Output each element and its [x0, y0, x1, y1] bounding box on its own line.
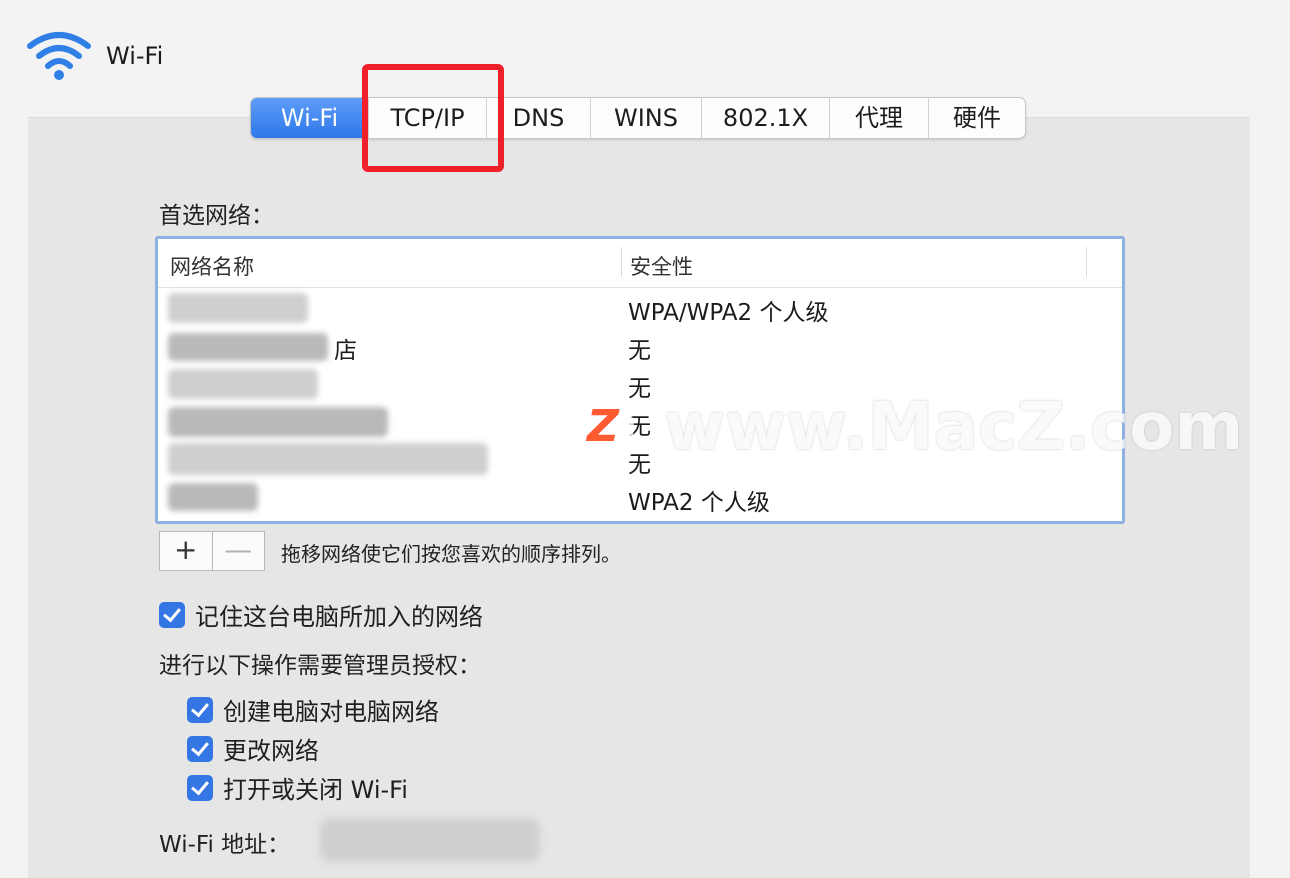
network-name-redacted [168, 289, 528, 327]
table-row[interactable]: 店 无 [158, 327, 1122, 365]
tab-wins[interactable]: WINS [590, 98, 701, 138]
tab-proxy[interactable]: 代理 [829, 98, 928, 138]
table-header: 网络名称 安全性 [158, 239, 1122, 288]
watermark: Z www.MacZ.com [572, 388, 1243, 465]
network-name-redacted [168, 403, 528, 441]
remove-network-button[interactable]: — [211, 532, 265, 570]
column-divider [621, 247, 622, 277]
window-title: Wi-Fi [106, 42, 164, 70]
tcpip-highlight-box [362, 64, 504, 172]
toggle-wifi-row[interactable]: 打开或关闭 Wi-Fi [187, 770, 408, 805]
network-name: 店 [334, 338, 357, 364]
network-name-redacted [168, 479, 528, 517]
network-name-redacted [168, 441, 528, 479]
network-security: WPA2 个人级 [628, 490, 770, 516]
network-name-redacted: 店 [168, 327, 528, 365]
window-header: Wi-Fi [26, 28, 163, 84]
add-network-button[interactable]: + [160, 532, 212, 570]
add-remove-buttons: + — [159, 531, 265, 571]
change-network-label: 更改网络 [223, 737, 319, 765]
network-security: 无 [628, 338, 651, 364]
create-computer-network-checkbox[interactable] [187, 696, 213, 723]
watermark-text: www.MacZ.com [664, 388, 1244, 465]
create-computer-network-label: 创建电脑对电脑网络 [223, 698, 439, 726]
change-network-row[interactable]: 更改网络 [187, 731, 319, 766]
create-computer-network-row[interactable]: 创建电脑对电脑网络 [187, 692, 439, 727]
remember-networks-label: 记住这台电脑所加入的网络 [195, 603, 483, 631]
network-security: WPA/WPA2 个人级 [628, 300, 829, 326]
tab-8021x[interactable]: 802.1X [701, 98, 829, 138]
table-row[interactable]: WPA/WPA2 个人级 [158, 289, 1122, 327]
wifi-address-label: Wi-Fi 地址： [159, 832, 291, 858]
toggle-wifi-label: 打开或关闭 Wi-Fi [223, 776, 408, 804]
tab-wifi[interactable]: Wi-Fi [251, 98, 368, 138]
toggle-wifi-checkbox[interactable] [187, 774, 213, 801]
macz-logo-icon: Z [572, 395, 634, 458]
wifi-icon [27, 32, 91, 80]
network-name-redacted [168, 365, 528, 403]
remember-networks-checkbox-row[interactable]: 记住这台电脑所加入的网络 [159, 597, 483, 632]
preferred-networks-label: 首选网络： [159, 203, 274, 229]
tab-hardware[interactable]: 硬件 [928, 98, 1025, 138]
preferred-networks-table[interactable]: 网络名称 安全性 WPA/WPA2 个人级 店 无 无 无 无 WPA2 个人级 [155, 236, 1125, 524]
wifi-address-redacted [320, 818, 540, 862]
column-divider [1086, 247, 1087, 277]
admin-auth-label: 进行以下操作需要管理员授权： [159, 653, 481, 679]
reorder-hint: 拖移网络使它们按您喜欢的顺序排列。 [281, 542, 621, 566]
table-row[interactable]: WPA2 个人级 [158, 479, 1122, 517]
column-header-security[interactable]: 安全性 [630, 251, 693, 281]
column-header-name[interactable]: 网络名称 [170, 251, 254, 281]
change-network-checkbox[interactable] [187, 735, 213, 762]
remember-networks-checkbox[interactable] [159, 601, 185, 628]
